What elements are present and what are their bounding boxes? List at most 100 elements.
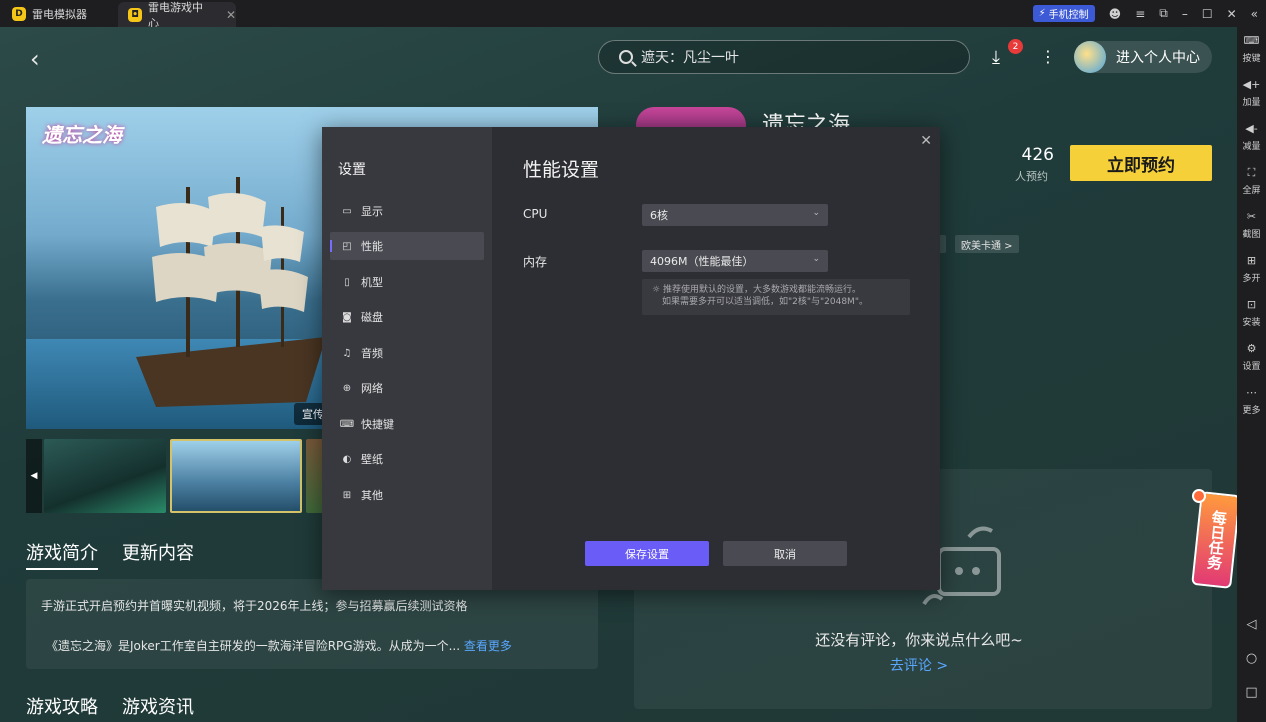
chevron-down-icon: ⌄ xyxy=(812,208,820,218)
go-comment-link[interactable]: 去评论 > xyxy=(634,655,1204,675)
daily-task-label: 每日任务 xyxy=(1204,509,1229,571)
nav-item-network[interactable]: ⊕ 网络 xyxy=(330,374,484,402)
performance-hint: ☼ 推荐使用默认的设置，大多数游戏都能流畅运行。 如果需要多开可以适当调低，如"… xyxy=(642,279,910,315)
cpu-label: CPU xyxy=(523,207,548,221)
sidebar-item-multi-instance[interactable]: ⊞ 多开 xyxy=(1237,247,1266,291)
dialog-close-icon[interactable]: ✕ xyxy=(920,133,932,149)
home-nav-icon[interactable]: ○ xyxy=(1237,651,1266,666)
volume-up-icon: ◀+ xyxy=(1242,77,1261,91)
daily-task-badge[interactable]: 每日任务 xyxy=(1191,489,1237,589)
menu-icon[interactable]: ≡ xyxy=(1135,7,1145,21)
download-icon[interactable]: ⤓ xyxy=(992,47,1000,68)
back-button[interactable]: ‹ xyxy=(30,47,50,71)
more-options-icon[interactable]: ⋮ xyxy=(1040,47,1056,66)
reserve-count: 426 xyxy=(1021,145,1054,165)
cpu-value: 6核 xyxy=(650,209,668,222)
gear-icon: ⚙ xyxy=(1246,341,1257,355)
monitor-icon: ▭ xyxy=(342,205,352,217)
scissors-icon: ✂ xyxy=(1246,209,1257,223)
cpu-select[interactable]: 6核 ⌄ xyxy=(642,204,828,226)
intro-announcement: 手游正式开启预约并首曝实机视频，将于2026年上线；参与招募赢后续测试资格 xyxy=(41,599,468,613)
user-center-label: 进入个人中心 xyxy=(1116,50,1200,66)
sidebar-item-fullscreen[interactable]: ⛶ 全屏 xyxy=(1237,159,1266,203)
sidebar-item-volume-up[interactable]: ◀+ 加量 xyxy=(1237,71,1266,115)
nav-item-shortcuts[interactable]: ⌨ 快捷键 xyxy=(330,410,484,438)
audio-icon: ♫ xyxy=(342,347,352,359)
more-icon: ⋯ xyxy=(1246,385,1257,399)
thumbnail-strip: ◀ xyxy=(26,439,326,513)
sidebar-item-keys[interactable]: ⌨ 按键 xyxy=(1237,27,1266,71)
memory-label: 内存 xyxy=(523,255,548,269)
recent-apps-icon[interactable]: □ xyxy=(1237,685,1266,700)
phone-model-icon: ▯ xyxy=(344,276,350,288)
game-title: 遗忘之海 xyxy=(762,113,851,127)
nav-item-performance[interactable]: ◰ 性能 xyxy=(330,232,484,260)
memory-select[interactable]: 4096M（性能最佳） ⌄ xyxy=(642,250,828,272)
game-center-logo-icon: ◘ xyxy=(128,7,142,22)
memory-value: 4096M（性能最佳） xyxy=(650,255,754,268)
phone-control-button[interactable]: ⚡ 手机控制 xyxy=(1032,5,1095,22)
guide-tabs: 游戏攻略 游戏资讯 xyxy=(26,693,194,722)
sidebar-item-volume-down[interactable]: ◀- 减量 xyxy=(1237,115,1266,159)
collapse-sidebar-icon[interactable]: « xyxy=(1251,7,1258,21)
install-icon: ⊡ xyxy=(1246,297,1257,311)
multi-instance-icon: ⊞ xyxy=(1246,253,1257,267)
thumbnail-1[interactable] xyxy=(44,439,166,513)
close-window-icon[interactable]: ✕ xyxy=(1227,7,1237,21)
save-settings-button[interactable]: 保存设置 xyxy=(585,541,709,566)
nav-item-other[interactable]: ⊞ 其他 xyxy=(330,481,484,509)
avatar xyxy=(1074,41,1106,73)
tab-update-content[interactable]: 更新内容 xyxy=(122,539,194,570)
back-nav-icon[interactable]: ◁ xyxy=(1237,617,1266,632)
download-count-badge: 2 xyxy=(1008,39,1023,54)
sidebar-item-settings[interactable]: ⚙ 设置 xyxy=(1237,335,1266,379)
tab-game-guide[interactable]: 游戏攻略 xyxy=(26,693,98,722)
genre-tag-cartoon[interactable]: 欧美卡通 > xyxy=(955,235,1019,253)
title-bar: D 雷电模拟器 ◘ 雷电游戏中心 ✕ ⚡ 手机控制 ☻ ≡ ⧉ – ☐ ✕ « xyxy=(0,0,1266,30)
nav-item-model[interactable]: ▯ 机型 xyxy=(330,268,484,296)
nav-item-audio[interactable]: ♫ 音频 xyxy=(330,339,484,367)
right-toolbar: ⌨ 按键 ◀+ 加量 ◀- 减量 ⛶ 全屏 ✂ 截图 ⊞ 多开 ⊡ 安装 ⚙ 设置 ⋯ 更多 ◁ … xyxy=(1237,27,1266,722)
lightbulb-icon: ☼ xyxy=(652,285,663,295)
close-tab-icon[interactable]: ✕ xyxy=(226,8,236,22)
performance-icon: ◰ xyxy=(342,240,352,252)
grid-icon: ⊞ xyxy=(342,489,352,501)
section-title: 性能设置 xyxy=(523,159,600,181)
search-text: 遮天：凡尘一叶 xyxy=(641,50,739,66)
nav-item-disk[interactable]: ◙ 磁盘 xyxy=(330,303,484,331)
restore-window-icon[interactable]: ⧉ xyxy=(1159,6,1168,21)
window-controls: ⚡ 手机控制 ☻ ≡ ⧉ – ☐ ✕ « xyxy=(1032,0,1258,27)
disk-icon: ◙ xyxy=(342,311,352,323)
shortcut-icon: ⌨ xyxy=(339,418,355,430)
empty-comment-text: 还没有评论，你来说点什么吧~ xyxy=(815,631,1023,649)
globe-icon: ⊕ xyxy=(342,382,352,394)
nav-item-display[interactable]: ▭ 显示 xyxy=(330,197,484,225)
user-center-button[interactable]: 进入个人中心 xyxy=(1074,41,1212,73)
cancel-button[interactable]: 取消 xyxy=(723,541,847,566)
sidebar-item-screenshot[interactable]: ✂ 截图 xyxy=(1237,203,1266,247)
intro-description: 《遗忘之海》是Joker工作室自主研发的一款海洋冒险RPG游戏。从成为一个...… xyxy=(46,639,512,653)
tab-game-intro[interactable]: 游戏简介 xyxy=(26,539,98,570)
tab-game-center[interactable]: ◘ 雷电游戏中心 ✕ xyxy=(118,1,236,30)
sidebar-item-install[interactable]: ⊡ 安装 xyxy=(1237,291,1266,335)
volume-down-icon: ◀- xyxy=(1245,121,1258,135)
thumbnail-2-selected[interactable] xyxy=(170,439,302,513)
maximize-icon[interactable]: ☐ xyxy=(1202,7,1213,21)
lightning-icon: ⚡ xyxy=(1038,8,1046,19)
tab-label: 雷电游戏中心 xyxy=(147,0,203,30)
search-bar[interactable]: 遮天：凡尘一叶 xyxy=(598,40,970,74)
game-logo: 遗忘之海 xyxy=(42,123,122,147)
nav-item-wallpaper[interactable]: ◐ 壁纸 xyxy=(330,445,484,473)
reserve-count-label: 人预约 xyxy=(1015,170,1048,183)
avatar-icon[interactable]: ☻ xyxy=(1109,7,1122,21)
see-more-link[interactable]: 查看更多 xyxy=(464,639,512,653)
minimize-icon[interactable]: – xyxy=(1182,7,1188,21)
sidebar-item-more[interactable]: ⋯ 更多 xyxy=(1237,379,1266,423)
fullscreen-icon: ⛶ xyxy=(1247,165,1256,179)
tab-game-news[interactable]: 游戏资讯 xyxy=(122,693,194,722)
thumbnail-prev-arrow-icon[interactable]: ◀ xyxy=(26,439,42,513)
reserve-now-button[interactable]: 立即预约 xyxy=(1070,145,1212,181)
palette-icon: ◐ xyxy=(342,453,352,465)
game-detail-page: ‹ 遮天：凡尘一叶 ⤓ 2 ⋮ 进入个人中心 遗忘之海 宣传片 ◀ 游戏简介 更… xyxy=(0,27,1237,722)
tab-emulator[interactable]: D 雷电模拟器 xyxy=(12,0,112,27)
